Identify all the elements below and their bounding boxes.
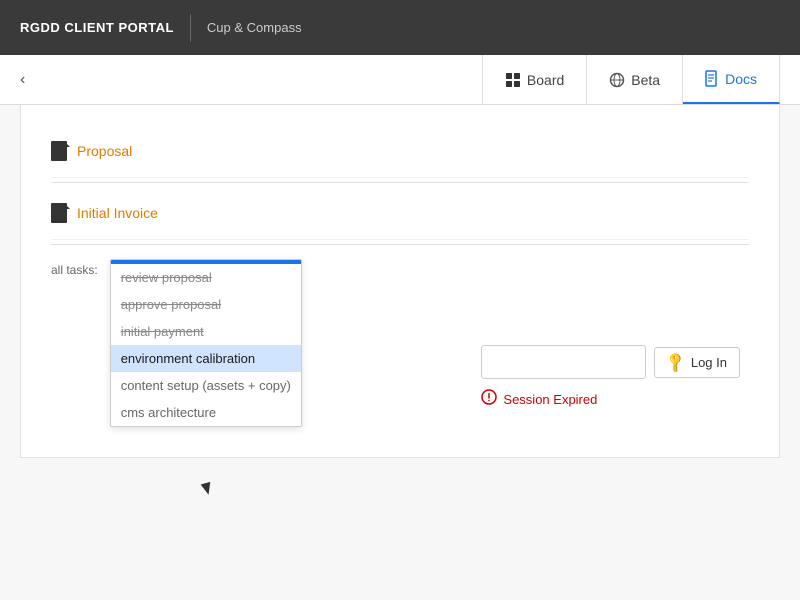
login-area: 🔑 Log In Session Expired bbox=[481, 345, 740, 409]
task-cms-architecture[interactable]: cms architecture bbox=[111, 399, 301, 426]
task-review-proposal[interactable]: review proposal bbox=[111, 264, 301, 291]
topbar-divider bbox=[190, 14, 191, 42]
task-initial-payment[interactable]: initial payment bbox=[111, 318, 301, 345]
task-content-setup[interactable]: content setup (assets + copy) bbox=[111, 372, 301, 399]
topbar: RGDD CLIENT PORTAL Cup & Compass bbox=[0, 0, 800, 55]
tasks-section-label: all tasks: bbox=[51, 259, 98, 277]
back-button[interactable]: ‹ bbox=[20, 71, 25, 89]
login-row: 🔑 Log In bbox=[481, 345, 740, 379]
session-expired-icon bbox=[481, 389, 497, 409]
board-icon bbox=[505, 72, 521, 88]
proposal-label: Proposal bbox=[77, 143, 132, 159]
divider-2 bbox=[51, 244, 749, 245]
login-button-label: Log In bbox=[691, 355, 727, 370]
session-expired-row: Session Expired bbox=[481, 389, 597, 409]
proposal-doc-icon bbox=[51, 141, 67, 161]
login-input[interactable] bbox=[481, 345, 646, 379]
section-proposal[interactable]: Proposal bbox=[51, 125, 749, 178]
brand-label: RGDD CLIENT PORTAL bbox=[20, 20, 174, 35]
task-environment-calibration[interactable]: environment calibration bbox=[111, 345, 301, 372]
task-approve-proposal[interactable]: approve proposal bbox=[111, 291, 301, 318]
login-button[interactable]: 🔑 Log In bbox=[654, 347, 740, 378]
globe-icon bbox=[609, 72, 625, 88]
initial-invoice-label: Initial Invoice bbox=[77, 205, 158, 221]
tab-docs-label: Docs bbox=[725, 71, 757, 87]
cursor bbox=[202, 483, 214, 501]
section-initial-invoice[interactable]: Initial Invoice bbox=[51, 187, 749, 240]
main-area: ‹ Board bbox=[0, 55, 800, 600]
tasks-dropdown[interactable]: review proposal approve proposal initial… bbox=[110, 259, 302, 427]
tab-beta[interactable]: Beta bbox=[587, 55, 683, 104]
session-expired-text: Session Expired bbox=[503, 392, 597, 407]
divider bbox=[51, 182, 749, 183]
invoice-doc-icon bbox=[51, 203, 67, 223]
doc-file-icon bbox=[705, 70, 719, 87]
tabs: Board Beta bbox=[482, 55, 780, 104]
tab-board-label: Board bbox=[527, 72, 564, 88]
tab-docs[interactable]: Docs bbox=[683, 55, 780, 104]
client-label: Cup & Compass bbox=[207, 20, 302, 35]
tab-board[interactable]: Board bbox=[482, 55, 587, 104]
tab-nav: ‹ Board bbox=[0, 55, 800, 105]
key-icon: 🔑 bbox=[664, 350, 688, 374]
tab-beta-label: Beta bbox=[631, 72, 660, 88]
